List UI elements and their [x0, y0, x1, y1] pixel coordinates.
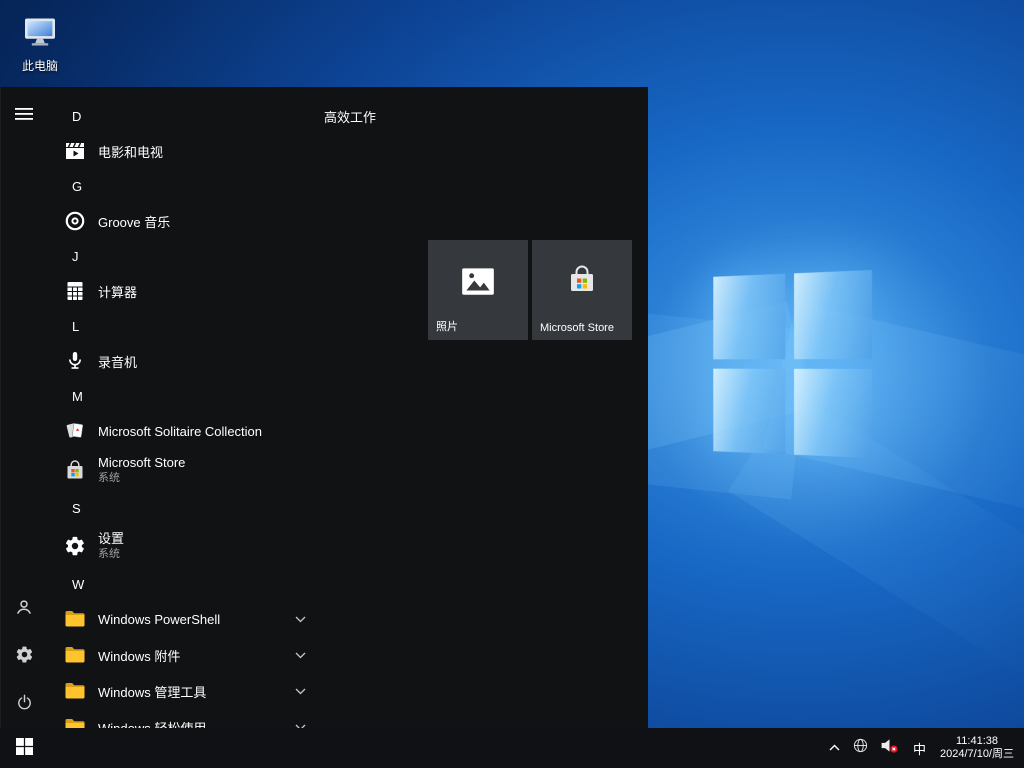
app-list-folder[interactable]: Windows PowerShell — [48, 601, 324, 637]
section-letter: J — [72, 249, 79, 264]
calculator-icon — [62, 278, 88, 304]
voice-recorder-icon — [62, 348, 88, 374]
app-label: Windows 轻松使用 — [98, 718, 206, 729]
section-letter: L — [72, 319, 79, 334]
desktop-icon-label: 此电脑 — [10, 57, 70, 74]
app-label: 计算器 — [98, 282, 137, 301]
start-menu: D 电影和电视 G — [0, 87, 648, 728]
network-status[interactable] — [847, 728, 874, 768]
taskbar: 中 11:41:38 2024/7/10/周三 — [0, 728, 1024, 768]
expand-menu-button[interactable] — [0, 95, 48, 135]
app-list-item[interactable]: 设置 系统 — [48, 525, 324, 567]
clock-date: 2024/7/10/周三 — [940, 748, 1014, 761]
app-label: Windows 管理工具 — [98, 682, 206, 701]
gear-icon — [15, 645, 34, 667]
desktop-icon-this-pc[interactable]: 此电脑 — [10, 14, 70, 74]
app-label: Microsoft Store — [98, 456, 185, 471]
app-label: Windows PowerShell — [98, 612, 220, 627]
power-button[interactable] — [0, 684, 48, 724]
chevron-down-icon[interactable] — [295, 688, 306, 695]
tiles-area: 高效工作 照片 — [324, 87, 648, 728]
app-label: Microsoft Solitaire Collection — [98, 424, 262, 439]
power-icon — [15, 693, 34, 715]
app-list[interactable]: D 电影和电视 G — [48, 87, 324, 728]
user-account-button[interactable] — [0, 588, 48, 628]
app-list-section-header[interactable]: J — [48, 239, 324, 273]
tile-label: Microsoft Store — [540, 322, 628, 334]
app-label: Windows 附件 — [98, 646, 180, 665]
app-list-section-header[interactable]: G — [48, 169, 324, 203]
hamburger-icon — [15, 105, 33, 126]
movies-tv-icon — [62, 138, 88, 164]
section-letter: W — [72, 577, 84, 592]
tile-group-title[interactable]: 高效工作 — [324, 107, 376, 126]
app-list-section-header[interactable]: L — [48, 309, 324, 343]
app-list-item[interactable]: 电影和电视 — [48, 133, 324, 169]
windows-hero-logo — [713, 270, 872, 458]
folder-icon — [62, 642, 88, 668]
system-tray: 中 11:41:38 2024/7/10/周三 — [823, 728, 1024, 768]
groove-music-icon — [62, 208, 88, 234]
tile-grid: 照片 Microsoft Store — [428, 240, 632, 340]
app-list-item[interactable]: Groove 音乐 — [48, 203, 324, 239]
app-label: 录音机 — [98, 352, 137, 371]
settings-icon — [62, 533, 88, 559]
start-menu-rail — [0, 87, 48, 728]
store-icon — [564, 262, 600, 303]
settings-button[interactable] — [0, 636, 48, 676]
user-icon — [14, 597, 34, 620]
app-list-item[interactable]: Microsoft Store 系统 — [48, 449, 324, 491]
section-letter: D — [72, 109, 81, 124]
folder-icon — [62, 606, 88, 632]
app-list-item[interactable]: 计算器 — [48, 273, 324, 309]
app-list-folder[interactable]: Windows 轻松使用 — [48, 709, 324, 728]
start-button[interactable] — [0, 728, 48, 768]
screen: 此电脑 — [0, 0, 1024, 768]
app-sublabel: 系统 — [98, 472, 185, 485]
app-list-section-header[interactable]: D — [48, 99, 324, 133]
section-letter: M — [72, 389, 83, 404]
app-list-folder[interactable]: Windows 附件 — [48, 637, 324, 673]
ime-indicator[interactable]: 中 — [905, 728, 934, 768]
tile-microsoft-store[interactable]: Microsoft Store — [532, 240, 632, 340]
photos-icon — [459, 262, 497, 305]
windows-logo-icon — [16, 738, 33, 758]
tile-label: 照片 — [436, 318, 524, 334]
app-list-item[interactable]: Microsoft Solitaire Collection — [48, 413, 324, 449]
app-list-section-header[interactable]: S — [48, 491, 324, 525]
section-letter: G — [72, 179, 82, 194]
app-list-folder[interactable]: Windows 管理工具 — [48, 673, 324, 709]
this-pc-icon — [22, 37, 58, 54]
solitaire-icon — [62, 418, 88, 444]
volume-status[interactable] — [874, 728, 905, 768]
clock-time: 11:41:38 — [956, 735, 998, 748]
section-letter: S — [72, 501, 81, 516]
chevron-up-icon — [828, 739, 841, 757]
app-list-section-header[interactable]: W — [48, 567, 324, 601]
store-icon — [62, 457, 88, 483]
chevron-down-icon[interactable] — [295, 652, 306, 659]
clock[interactable]: 11:41:38 2024/7/10/周三 — [934, 728, 1024, 768]
hidden-icons-button[interactable] — [823, 728, 847, 768]
volume-muted-icon — [879, 737, 900, 759]
app-sublabel: 系统 — [98, 548, 124, 561]
app-label: Groove 音乐 — [98, 212, 170, 231]
globe-network-icon — [852, 737, 869, 759]
folder-icon — [62, 714, 88, 728]
app-list-section-header[interactable]: M — [48, 379, 324, 413]
folder-icon — [62, 678, 88, 704]
chevron-down-icon[interactable] — [295, 616, 306, 623]
app-list-item[interactable]: 录音机 — [48, 343, 324, 379]
app-label: 设置 — [98, 532, 124, 547]
app-label: 电影和电视 — [98, 142, 163, 161]
tile-photos[interactable]: 照片 — [428, 240, 528, 340]
